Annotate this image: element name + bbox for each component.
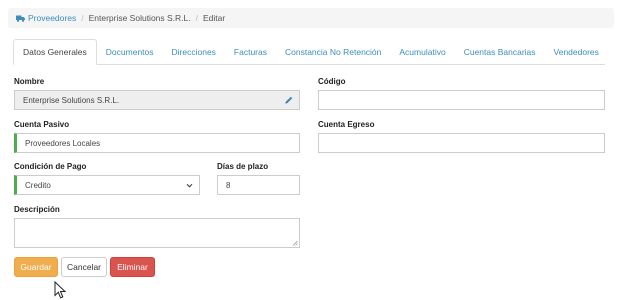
tab-direcciones[interactable]: Direcciones <box>163 39 225 64</box>
tab-vendedores[interactable]: Vendedores <box>545 39 608 64</box>
descripcion-textarea[interactable] <box>14 218 300 248</box>
chevron-down-icon <box>186 183 193 188</box>
dias-plazo-value: 8 <box>226 180 231 190</box>
nombre-field[interactable]: Enterprise Solutions S.R.L. <box>14 90 300 110</box>
tab-bar: Datos Generales Documentos Direcciones F… <box>13 39 608 65</box>
tab-documentos[interactable]: Documentos <box>97 39 163 64</box>
tab-facturas[interactable]: Facturas <box>225 39 276 64</box>
dias-plazo-field[interactable]: 8 <box>217 175 300 195</box>
breadcrumb-separator: / <box>81 13 84 23</box>
breadcrumb-root-label[interactable]: Proveedores <box>28 13 76 23</box>
condicion-pago-value: Credito <box>25 180 51 190</box>
breadcrumb: Proveedores / Enterprise Solutions S.R.L… <box>8 8 614 28</box>
cancel-button[interactable]: Cancelar <box>61 257 107 277</box>
breadcrumb-root-link[interactable]: Proveedores <box>16 13 76 23</box>
tab-constancia-no-retencion[interactable]: Constancia No Retención <box>276 39 390 64</box>
dias-plazo-label: Días de plazo <box>217 162 269 171</box>
pencil-icon[interactable] <box>284 95 294 105</box>
cuenta-pasivo-label: Cuenta Pasivo <box>14 120 70 129</box>
breadcrumb-separator: / <box>195 13 199 23</box>
tab-datos-generales[interactable]: Datos Generales <box>13 39 97 65</box>
breadcrumb-current: Editar <box>203 13 226 23</box>
truck-icon <box>16 15 25 22</box>
nombre-value: Enterprise Solutions S.R.L. <box>23 95 120 105</box>
descripcion-label: Descripción <box>14 205 60 214</box>
cuenta-pasivo-value: Proveedores Locales <box>25 138 101 148</box>
delete-button[interactable]: Eliminar <box>110 257 155 277</box>
save-button[interactable]: Guardar <box>14 257 58 277</box>
condicion-pago-label: Condición de Pago <box>14 162 87 171</box>
codigo-label: Código <box>318 77 346 86</box>
mouse-cursor-icon <box>54 281 67 299</box>
breadcrumb-item: Enterprise Solutions S.R.L. <box>88 13 191 23</box>
tab-cuentas-bancarias[interactable]: Cuentas Bancarias <box>455 39 545 64</box>
codigo-field[interactable] <box>318 90 605 110</box>
resize-handle-icon[interactable] <box>292 240 298 246</box>
nombre-label: Nombre <box>14 77 45 86</box>
condicion-pago-select[interactable]: Credito <box>14 175 200 195</box>
cuenta-pasivo-field[interactable]: Proveedores Locales <box>14 133 300 153</box>
tab-acumulativo[interactable]: Acumulativo <box>390 39 454 64</box>
cuenta-egreso-field[interactable] <box>318 133 605 153</box>
cuenta-egreso-label: Cuenta Egreso <box>318 120 375 129</box>
